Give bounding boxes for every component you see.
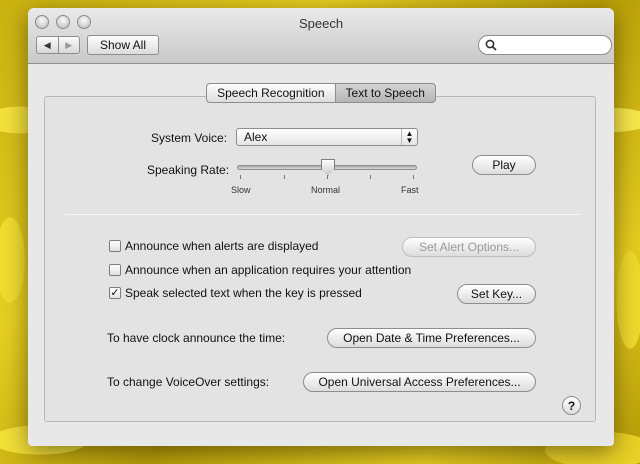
slider-tick: [284, 175, 285, 179]
forward-button[interactable]: ▶: [57, 37, 80, 53]
speaking-rate-label: Speaking Rate:: [147, 163, 230, 177]
checkbox-announce-attention[interactable]: [109, 264, 121, 276]
tab-panel: System Voice: Alex ▲ ▼ Speaking Rate: Slo…: [44, 96, 596, 422]
forward-arrow-icon: ▶: [65, 39, 73, 50]
back-button[interactable]: ◀: [37, 37, 58, 53]
option-label: Announce when alerts are displayed: [125, 239, 319, 253]
checkbox-speak-selected-text[interactable]: ✓: [109, 287, 121, 299]
search-field[interactable]: [478, 35, 612, 55]
slow-label: Slow: [231, 185, 251, 195]
slider-knob[interactable]: [321, 159, 335, 176]
separator: [65, 214, 581, 215]
option-row-alerts[interactable]: Announce when alerts are displayed: [109, 239, 318, 253]
option-label: Speak selected text when the key is pres…: [125, 286, 362, 300]
voiceover-label: To change VoiceOver settings:: [107, 375, 270, 389]
preferences-content: System Voice: Alex ▲ ▼ Speaking Rate: Slo…: [28, 64, 614, 446]
slider-tick: [370, 175, 371, 179]
search-input[interactable]: [501, 39, 611, 51]
slider-tick: [327, 175, 328, 179]
open-date-time-preferences-button[interactable]: Open Date & Time Preferences...: [327, 328, 536, 348]
search-icon: [485, 39, 497, 51]
option-row-attention[interactable]: Announce when an application requires yo…: [109, 263, 411, 277]
system-voice-value: Alex: [244, 130, 268, 144]
open-universal-access-preferences-button[interactable]: Open Universal Access Preferences...: [303, 372, 536, 392]
checkbox-announce-alerts[interactable]: [109, 240, 121, 252]
title-bar: Speech ◀ ▶ Show All: [28, 8, 614, 64]
system-voice-popup[interactable]: Alex ▲ ▼: [236, 128, 418, 146]
set-key-button[interactable]: Set Key...: [457, 284, 536, 304]
check-mark-icon: ✓: [110, 286, 120, 299]
tab-speech-recognition[interactable]: Speech Recognition: [206, 83, 335, 103]
slider-tick: [240, 175, 241, 179]
set-alert-options-button[interactable]: Set Alert Options...: [402, 237, 536, 257]
help-button[interactable]: ?: [562, 396, 581, 415]
option-label: Announce when an application requires yo…: [125, 263, 412, 277]
slider-tick: [413, 175, 414, 179]
clock-label: To have clock announce the time:: [107, 331, 286, 345]
speech-preferences-window: Speech ◀ ▶ Show All System Voice: Alex ▲…: [28, 8, 614, 446]
popup-arrows-icon: ▲ ▼: [401, 129, 417, 145]
fast-label: Fast: [401, 185, 419, 195]
tab-text-to-speech[interactable]: Text to Speech: [334, 83, 436, 103]
show-all-button[interactable]: Show All: [87, 35, 159, 55]
play-button[interactable]: Play: [472, 155, 536, 175]
back-arrow-icon: ◀: [43, 39, 51, 50]
system-voice-label: System Voice:: [151, 131, 228, 145]
back-forward-buttons: ◀ ▶: [36, 36, 80, 54]
normal-label: Normal: [311, 185, 341, 195]
tab-bar: Speech Recognition Text to Speech: [28, 83, 614, 103]
option-row-speak-selected[interactable]: ✓ Speak selected text when the key is pr…: [109, 286, 362, 300]
window-title: Speech: [298, 16, 344, 31]
